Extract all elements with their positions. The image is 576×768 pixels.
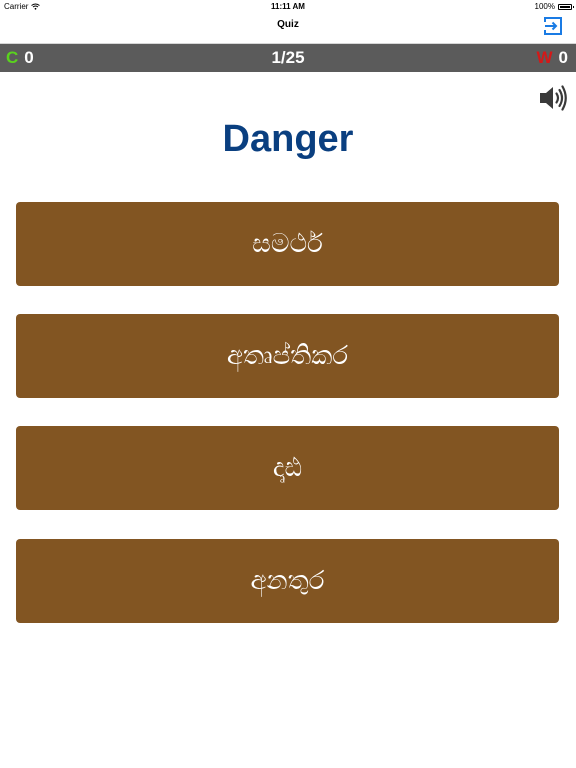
- answer-option-4[interactable]: අනතුර: [16, 539, 559, 623]
- battery-info: 100%: [534, 2, 574, 11]
- answer-option-2[interactable]: අතෘප්තිකර: [16, 314, 559, 398]
- wrong-label: W: [536, 48, 553, 67]
- page-title: Quiz: [277, 19, 299, 30]
- wrong-score: W 0: [536, 48, 568, 68]
- status-time: 11:11 AM: [271, 2, 305, 11]
- question-progress: 1/25: [271, 48, 305, 67]
- navigation-bar: Quiz: [0, 12, 576, 44]
- answer-option-3[interactable]: දෘඪ: [16, 426, 559, 510]
- speaker-icon: [540, 85, 567, 111]
- battery-percent: 100%: [534, 2, 555, 11]
- exit-icon: [544, 17, 562, 35]
- wrong-count: 0: [558, 48, 568, 67]
- score-bar: C 0 1/25 W 0: [0, 44, 576, 72]
- exit-button[interactable]: [542, 15, 564, 37]
- status-bar: Carrier 11:11 AM 100%: [0, 0, 576, 12]
- answer-option-1[interactable]: සමර්ථ: [16, 202, 559, 286]
- question-word: Danger: [222, 118, 354, 160]
- play-audio-button[interactable]: [538, 84, 568, 112]
- battery-icon: [558, 3, 574, 10]
